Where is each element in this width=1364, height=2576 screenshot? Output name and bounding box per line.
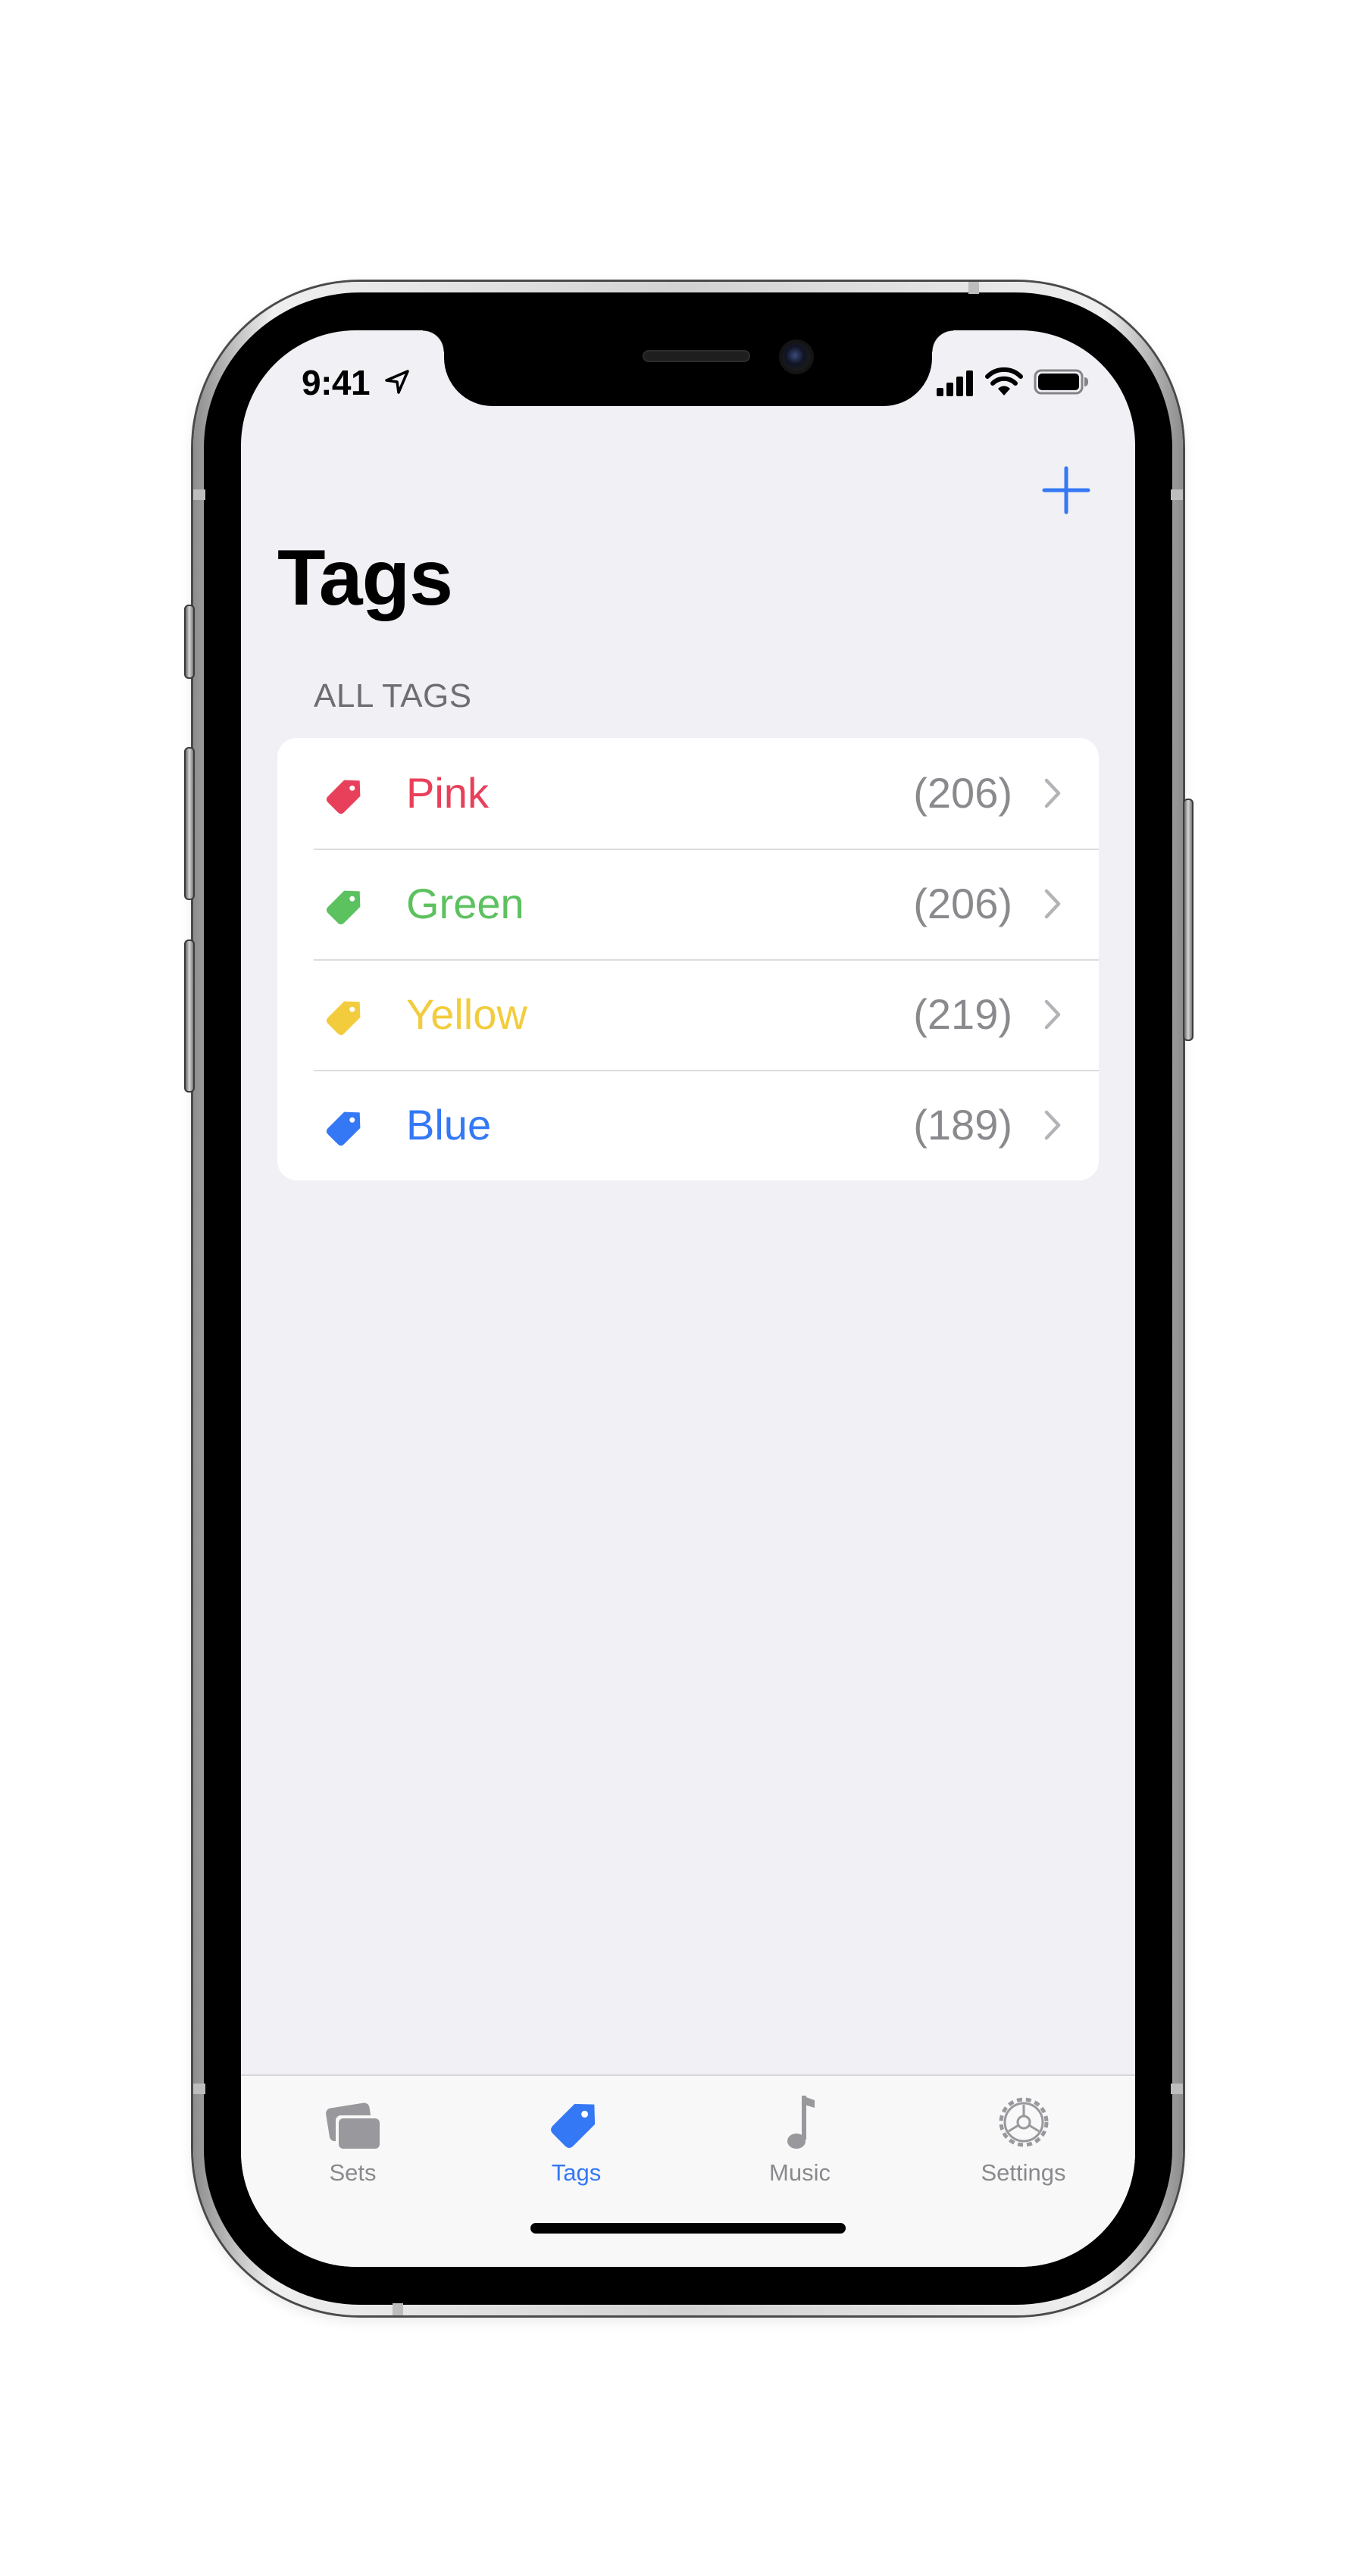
tag-label: Yellow [406, 990, 527, 1038]
tag-count: (219) [913, 990, 1012, 1038]
tag-row-green[interactable]: Green (206) [277, 849, 1099, 959]
tab-settings[interactable]: Settings [912, 2076, 1135, 2205]
music-note-icon [787, 2096, 815, 2149]
tag-row-pink[interactable]: Pink (206) [277, 738, 1099, 849]
chevron-right-icon [1044, 889, 1061, 919]
cards-icon [326, 2102, 381, 2150]
chevron-right-icon [1044, 1110, 1061, 1140]
tag-icon [326, 1001, 361, 1036]
tag-row-blue[interactable]: Blue (189) [277, 1070, 1099, 1180]
tag-icon [326, 1111, 361, 1146]
signal-bars-icon [937, 370, 973, 396]
tag-label: Green [406, 880, 524, 927]
home-indicator[interactable] [530, 2223, 846, 2234]
status-time: 9:41 [302, 363, 371, 402]
earpiece-speaker [643, 350, 750, 362]
volume-up-button [184, 747, 195, 900]
tag-label: Blue [406, 1101, 492, 1149]
tag-label: Pink [406, 769, 489, 817]
tab-label: Settings [981, 2159, 1066, 2186]
tab-sets[interactable]: Sets [241, 2076, 465, 2205]
tag-icon [551, 2103, 596, 2148]
tab-label: Tags [551, 2159, 602, 2186]
page-title: Tags [277, 534, 453, 622]
gear-icon [999, 2097, 1049, 2147]
antenna-band [1171, 2084, 1183, 2094]
wifi-icon [985, 367, 1023, 395]
tag-list: Pink (206) Green (206) Yellow (219) Blue… [277, 738, 1099, 1180]
page: 9:41 Tags ALL TAGS Pink (206) Green (206… [0, 0, 1364, 2576]
tab-music[interactable]: Music [688, 2076, 912, 2205]
notch [423, 330, 953, 406]
add-tag-button[interactable] [1040, 464, 1093, 517]
tab-tags[interactable]: Tags [465, 2076, 688, 2205]
tag-count: (189) [913, 1101, 1012, 1149]
front-camera [782, 342, 811, 371]
tag-count: (206) [913, 769, 1012, 817]
section-header: ALL TAGS [314, 677, 472, 714]
tag-count: (206) [913, 880, 1012, 927]
tab-label: Sets [329, 2159, 377, 2186]
volume-down-button [184, 939, 195, 1093]
tab-bar: Sets Tags Music Settings [241, 2074, 1135, 2267]
silent-switch [184, 605, 195, 679]
chevron-right-icon [1044, 778, 1061, 808]
tag-icon [326, 780, 361, 814]
antenna-band [193, 489, 205, 500]
antenna-band [393, 2303, 403, 2315]
tab-label: Music [769, 2159, 831, 2186]
chevron-right-icon [1044, 999, 1061, 1030]
tag-icon [326, 890, 361, 925]
antenna-band [968, 282, 979, 294]
tag-row-yellow[interactable]: Yellow (219) [277, 959, 1099, 1070]
power-button [1183, 799, 1194, 1041]
battery-icon [1034, 369, 1088, 395]
location-arrow-icon [385, 370, 409, 394]
antenna-band [193, 2084, 205, 2094]
antenna-band [1171, 489, 1183, 500]
screen: 9:41 Tags ALL TAGS Pink (206) Green (206… [241, 330, 1135, 2267]
